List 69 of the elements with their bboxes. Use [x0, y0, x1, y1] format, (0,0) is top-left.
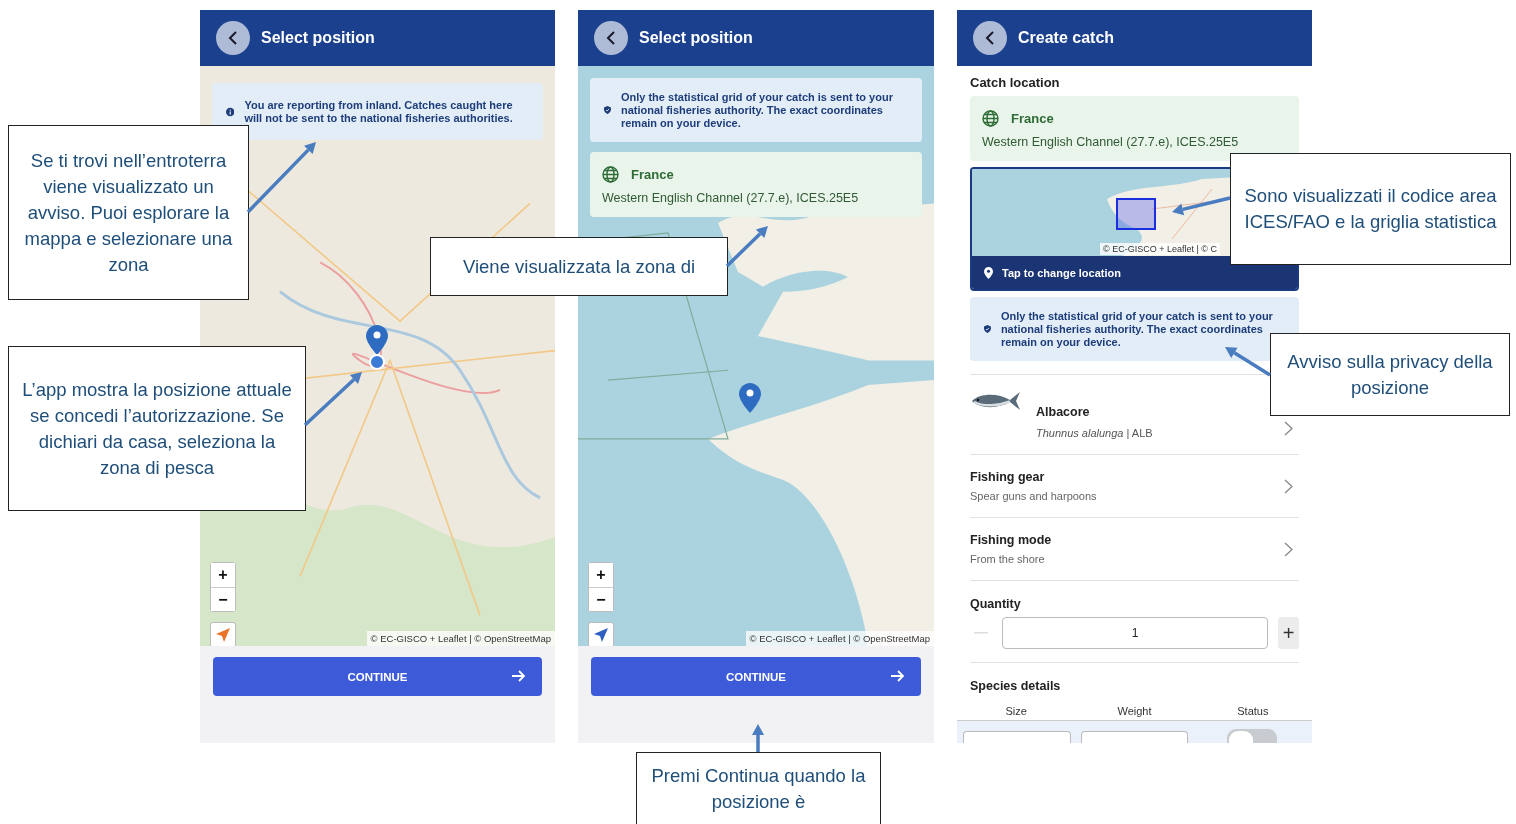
callout-arrow — [303, 372, 362, 427]
screen-title: Select position — [639, 29, 753, 47]
country-label: France — [631, 167, 674, 182]
grid-cell-highlight — [1116, 198, 1156, 230]
callout-arrow — [725, 226, 768, 268]
notice-text: You are reporting from inland. Catches caught here will not be sent to the national fisheries authorities. — [244, 98, 514, 125]
section-label: Catch location — [970, 75, 1061, 90]
screen-title: Select position — [261, 29, 375, 47]
back-button[interactable] — [594, 21, 628, 55]
map-attribution: © EC-GISCO + Leaflet | © OpenStreetMap — [366, 631, 555, 646]
screen-title: Create catch — [1018, 29, 1115, 47]
globe-icon — [602, 166, 619, 183]
back-button[interactable] — [973, 21, 1007, 55]
chevron-right-icon[interactable] — [1284, 478, 1293, 494]
minus-icon — [974, 632, 988, 634]
weight-field[interactable] — [1080, 731, 1189, 743]
callout-arrow — [246, 142, 316, 214]
fishing-area-text: Western English Channel (27.7.e), ICES.25E5 — [982, 135, 1240, 149]
map-attribution: © EC-GISCO + Leaflet | © C — [1100, 243, 1220, 255]
zoom-out-button[interactable]: − — [211, 587, 235, 611]
quantity-field[interactable]: 1 — [1002, 617, 1268, 649]
section-label: Species details — [970, 679, 1062, 693]
callout-text: Avviso sulla privacy della posizione — [1286, 349, 1494, 400]
location-pin-icon — [984, 266, 993, 279]
column-header: Status — [1236, 705, 1270, 717]
size-field[interactable] — [963, 731, 1071, 743]
fishing-area-text: Western English Channel (27.7.e), ICES.25E5 — [602, 191, 860, 205]
callout-arrow — [1225, 347, 1271, 377]
status-toggle[interactable] — [1227, 729, 1278, 743]
chevron-right-icon[interactable] — [1284, 541, 1293, 557]
map-pin-icon — [366, 325, 388, 355]
callout-text: Sono visualizzati il codice area ICES/FAO e la griglia statistica — [1243, 184, 1498, 234]
species-detail: Thunnus alalunga | ALB — [1036, 427, 1153, 439]
list-row[interactable]: Fishing mode From the shore — [970, 518, 1299, 580]
map-attribution: © EC-GISCO + Leaflet | © OpenStreetMap — [745, 631, 934, 646]
quantity-label: Quantity — [970, 597, 1022, 611]
callout-text: L’app mostra la posizione attuale se concedi l’autorizzazione. Se dichiari da casa, seleziona la zona di pesca — [21, 377, 293, 480]
increase-button[interactable]: + — [1278, 617, 1299, 649]
map-pin-icon — [739, 383, 761, 413]
navigation-arrow-icon — [216, 628, 230, 642]
navigation-arrow-icon — [594, 628, 608, 642]
globe-icon — [982, 110, 999, 127]
list-row[interactable]: Fishing gear Spear guns and harpoons — [970, 455, 1299, 517]
change-location-button[interactable]: Tap to change location — [972, 256, 1297, 289]
callout-text: Se ti trovi nell’entroterra viene visualizzato un avviso. Puoi esplorare la mappa e selezionare una zona — [23, 148, 234, 277]
row-label: Fishing gear — [970, 470, 1046, 484]
callout-text: Premi Continua quando la posizione è — [650, 764, 867, 814]
row-label: Fishing mode — [970, 533, 1052, 547]
chevron-right-icon[interactable] — [1284, 421, 1293, 436]
column-header: Size — [1004, 705, 1028, 717]
continue-button[interactable]: CONTINUE — [213, 657, 542, 696]
row-value: From the shore — [970, 553, 1046, 565]
arrow-right-icon — [891, 669, 905, 683]
species-name: Albacore — [1036, 405, 1091, 419]
arrow-right-icon — [512, 669, 526, 683]
row-value: Spear guns and harpoons — [970, 490, 1097, 502]
continue-button[interactable]: CONTINUE — [591, 657, 921, 696]
callout-arrow — [752, 724, 764, 752]
notice-text: Only the statistical grid of your catch is sent to your national fisheries authority. The exact coordinates remain on your device. — [620, 90, 894, 130]
country-label: France — [1011, 111, 1054, 126]
locate-button[interactable] — [210, 622, 236, 646]
locate-button[interactable] — [588, 622, 614, 646]
notice-text: Only the statistical grid of your catch is sent to your national fisheries authority. The exact coordinates remain on your device. — [1000, 309, 1274, 349]
back-button[interactable] — [216, 21, 250, 55]
callout-arrow — [1172, 196, 1231, 216]
callout-text: Viene visualizzata la zona di — [462, 254, 696, 279]
column-header: Weight — [1116, 705, 1153, 717]
fish-drawing — [970, 389, 1022, 413]
zoom-out-button[interactable]: − — [589, 587, 613, 611]
